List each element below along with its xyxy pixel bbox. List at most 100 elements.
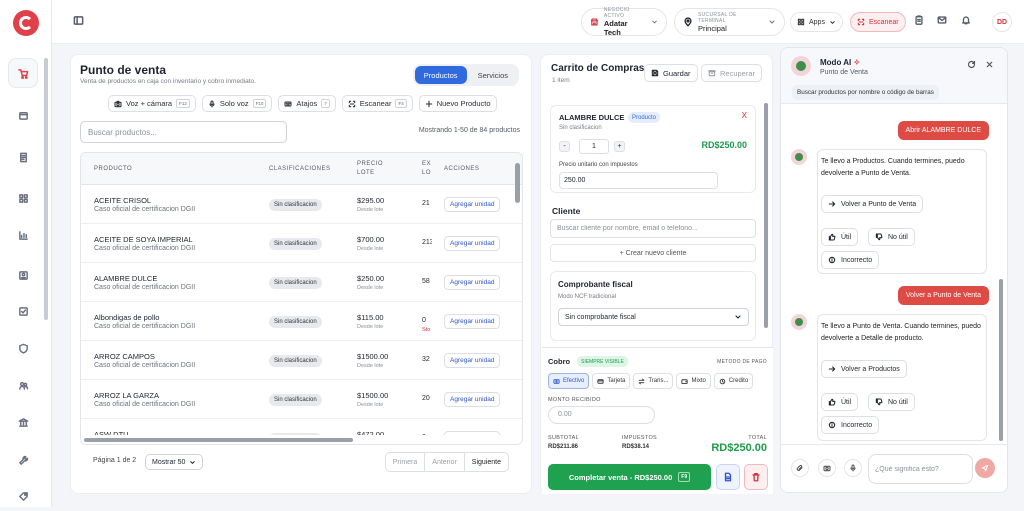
bell-icon[interactable]	[961, 15, 971, 25]
sidebar-toggle-icon[interactable]	[73, 15, 84, 26]
scroll-thumb[interactable]	[999, 279, 1003, 441]
scroll-thumb[interactable]	[84, 438, 353, 442]
sidebar-item-reports[interactable]	[8, 220, 38, 250]
return-products-button[interactable]: Volver a Productos	[821, 360, 907, 378]
app-logo[interactable]	[13, 10, 39, 36]
voice-camera-button[interactable]: Voz + cámara F12	[108, 95, 196, 112]
mail-icon[interactable]	[937, 15, 947, 25]
product-price: $115.00	[357, 313, 384, 322]
add-unit-button[interactable]: Agregar unidad	[444, 236, 501, 251]
prev-page-button[interactable]: Anterior	[425, 453, 465, 471]
tab-products[interactable]: Productos	[414, 66, 467, 84]
add-unit-button[interactable]: Agregar unidad	[444, 314, 501, 329]
camera-button[interactable]	[818, 459, 836, 477]
client-search-input[interactable]	[550, 219, 756, 238]
received-amount-label: MONTO RECIBIDO	[548, 397, 601, 403]
method-card[interactable]: Tarjeta	[592, 373, 631, 389]
sidebar-item-security[interactable]	[8, 333, 38, 363]
useful-button[interactable]: Útil	[821, 393, 859, 411]
tab-services[interactable]: Servicios	[469, 66, 517, 84]
topbar: NEGOCIO ACTIVO Adatar Tech SUCURSAL DE TE…	[52, 0, 1024, 44]
cart-item-total: RD$250.00	[701, 140, 747, 150]
sidebar-item-inventory[interactable]	[8, 100, 38, 130]
save-cart-button[interactable]: Guardar	[644, 64, 698, 82]
table-row[interactable]: Albondigas de pollo Caso oficial de certi…	[81, 302, 522, 341]
branch-selector[interactable]: SUCURSAL DE TERMINAL Principal	[674, 8, 785, 36]
fiscal-receipt-select[interactable]: Sin comprobante fiscal	[558, 308, 749, 326]
product-search-input[interactable]	[80, 121, 287, 143]
received-amount-input[interactable]: 0.00	[548, 406, 655, 424]
incorrect-button[interactable]: Incorrecto	[821, 416, 880, 434]
qty-input[interactable]: 1	[579, 139, 609, 154]
apps-button[interactable]: Apps	[790, 12, 843, 32]
add-unit-button[interactable]: Agregar unidad	[444, 275, 501, 290]
ai-chat-scrollbar[interactable]	[999, 114, 1004, 444]
add-unit-button[interactable]: Agregar unidad	[444, 392, 501, 407]
user-avatar[interactable]: DD	[992, 12, 1012, 32]
table-row[interactable]: ARROZ LA GARZA Caso oficial de certificac…	[81, 380, 522, 419]
add-unit-button[interactable]: Agregar unidad	[444, 353, 501, 368]
recover-cart-button[interactable]: Recuperar	[701, 64, 763, 82]
first-page-button[interactable]: Primera	[386, 453, 426, 471]
table-horizontal-scrollbar[interactable]	[81, 435, 522, 444]
method-credit[interactable]: Credito	[713, 373, 754, 389]
sidebar-item-users[interactable]	[8, 370, 38, 400]
useful-button[interactable]: Útil	[821, 228, 859, 246]
remove-item-button[interactable]: X	[742, 111, 747, 120]
voice-only-button[interactable]: Solo voz F10	[201, 95, 273, 112]
scroll-thumb[interactable]	[764, 103, 768, 328]
sidebar-item-pos[interactable]	[8, 58, 38, 88]
table-vertical-scrollbar[interactable]	[514, 157, 521, 441]
unit-price-input[interactable]: 250.00	[559, 172, 718, 189]
clipboard-icon[interactable]	[914, 15, 924, 25]
bot-avatar	[791, 149, 807, 165]
table-row[interactable]: ARROZ CAMPOS Caso oficial de certificacio…	[81, 341, 522, 380]
send-button[interactable]	[975, 458, 995, 478]
clear-cart-button[interactable]	[744, 464, 768, 490]
new-product-button[interactable]: Nuevo Producto	[418, 95, 497, 112]
not-useful-button[interactable]: No útil	[868, 228, 915, 246]
add-unit-button[interactable]: Agregar unidad	[444, 197, 501, 212]
method-label: Efectivo	[563, 378, 585, 384]
method-transfer[interactable]: Trans...	[633, 373, 674, 389]
product-type-tabs: Productos Servicios	[412, 64, 519, 86]
incorrect-button[interactable]: Incorrecto	[821, 251, 880, 269]
scan-product-button[interactable]: Escanear F4	[341, 95, 413, 112]
table-row[interactable]: ACEITE CRISOL Caso oficial de certificaci…	[81, 185, 522, 224]
return-pos-button[interactable]: Volver a Punto de Venta	[821, 195, 924, 213]
attach-button[interactable]	[791, 459, 809, 477]
qty-decrement-button[interactable]: -	[559, 141, 570, 152]
sidebar-item-invoices[interactable]	[8, 142, 38, 172]
qty-increment-button[interactable]: +	[614, 141, 625, 152]
sidebar-item-tools[interactable]	[8, 445, 38, 475]
refresh-icon[interactable]	[967, 60, 976, 69]
sidebar-item-contacts[interactable]	[8, 260, 38, 290]
not-useful-button[interactable]: No útil	[868, 393, 915, 411]
next-page-button[interactable]: Siguiente	[465, 453, 508, 471]
complete-sale-button[interactable]: Completar venta - RD$250.00 F9	[548, 464, 711, 490]
sidebar-item-bank[interactable]	[8, 407, 38, 437]
bank-icon	[18, 417, 28, 427]
sidebar-item-dashboard[interactable]	[8, 183, 38, 213]
cart-scrollbar[interactable]	[764, 95, 769, 340]
microphone-button[interactable]	[844, 459, 862, 477]
sidebar-scrollbar[interactable]	[44, 58, 48, 320]
sidebar-item-tasks[interactable]	[8, 296, 38, 326]
table-row[interactable]: ACEITE DE SOYA IMPERIAL Caso oficial de c…	[81, 224, 522, 263]
ai-message-input[interactable]	[868, 454, 973, 484]
create-client-button[interactable]: + Crear nuevo cliente	[550, 244, 756, 262]
method-mixed[interactable]: Mixto	[676, 373, 711, 389]
scroll-thumb[interactable]	[515, 163, 520, 203]
product-price: $250.00	[357, 274, 385, 283]
document-button[interactable]	[716, 464, 740, 490]
suggestion-chip[interactable]: Buscar productos por nombre o código de …	[792, 85, 939, 100]
user-message: Volver a Punto de Venta	[897, 286, 989, 305]
pagination: Primera Anterior Siguiente	[384, 452, 509, 472]
page-size-select[interactable]: Mostrar 50	[145, 454, 204, 470]
scan-button[interactable]: Escanear	[850, 12, 906, 32]
business-selector[interactable]: NEGOCIO ACTIVO Adatar Tech	[581, 7, 667, 37]
table-row[interactable]: ALAMBRE DULCE Caso oficial de certificaci…	[81, 263, 522, 302]
method-cash[interactable]: Efectivo	[548, 373, 590, 389]
shortcuts-button[interactable]: Atajos?	[278, 95, 336, 112]
close-icon[interactable]	[985, 60, 994, 69]
